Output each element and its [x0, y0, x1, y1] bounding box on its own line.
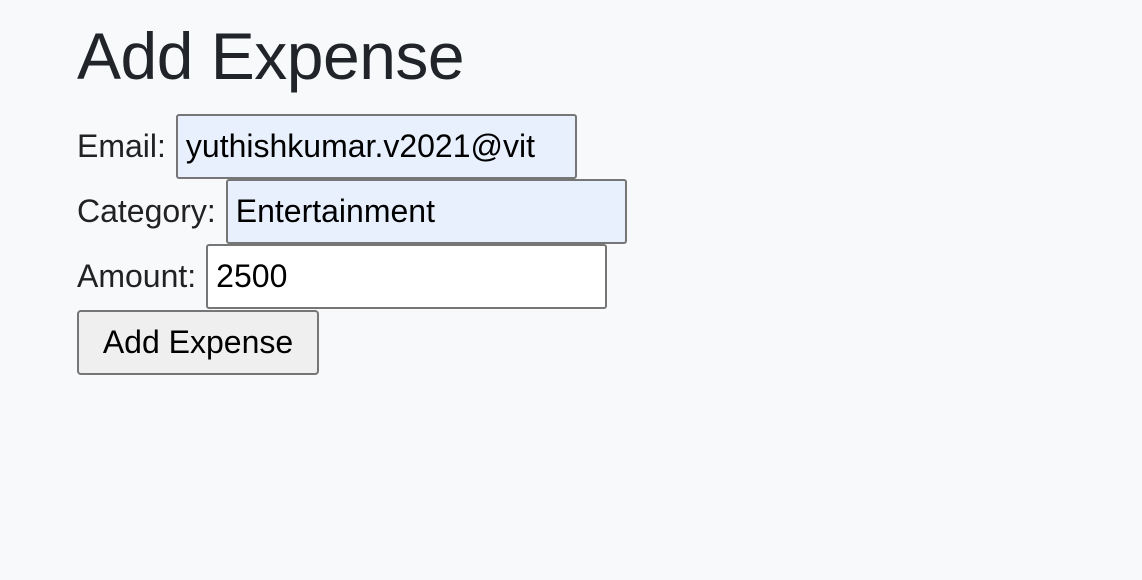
email-label: Email:	[77, 128, 166, 164]
category-label: Category:	[77, 193, 216, 229]
amount-label: Amount:	[77, 258, 197, 294]
category-field[interactable]	[225, 179, 627, 244]
add-expense-button[interactable]: Add Expense	[77, 310, 319, 375]
category-row: Category:	[77, 179, 627, 244]
page-title: Add Expense	[77, 19, 465, 93]
amount-field[interactable]	[206, 244, 608, 309]
email-field[interactable]	[175, 114, 577, 179]
email-row: Email:	[77, 114, 577, 179]
amount-row: Amount:	[77, 244, 608, 309]
